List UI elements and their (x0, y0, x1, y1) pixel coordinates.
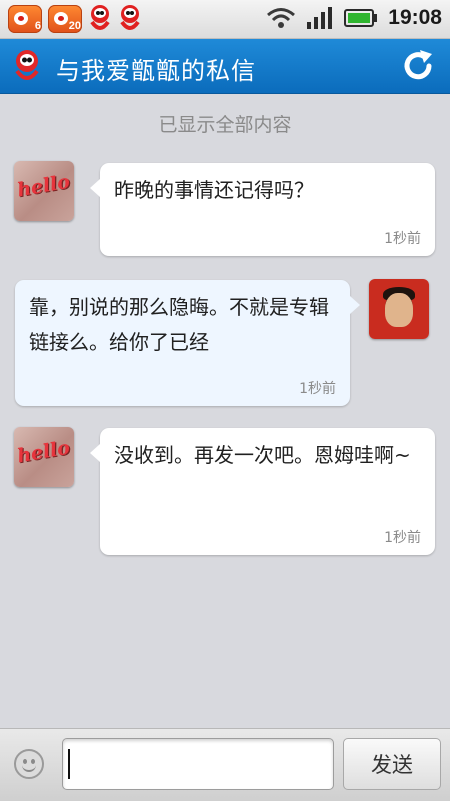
weibo-logo-icon (15, 50, 39, 80)
message-input[interactable] (62, 738, 334, 790)
message-text: 没收到。再发一次吧。恩姆哇啊~ (114, 443, 411, 467)
notification-icons: 6 20 (8, 4, 142, 34)
compose-bar: 发送 (0, 728, 450, 801)
weibo-mascot-icon (118, 4, 142, 34)
weibo-notification-icon[interactable]: 6 (8, 5, 42, 33)
message-bubble-outgoing[interactable]: 靠，别说的那么隐晦。不就是专辑链接么。给你了已经 1秒前 (15, 280, 360, 406)
notification-count: 20 (68, 20, 81, 32)
user-photo-avatar-icon (385, 293, 413, 327)
hello-avatar-icon: hello (15, 170, 72, 202)
message-text: 靠，别说的那么隐晦。不就是专辑链接么。给你了已经 (29, 295, 329, 354)
system-icons: 19:08 (266, 6, 442, 30)
all-content-shown-note: 已显示全部内容 (158, 114, 292, 136)
hello-avatar-icon: hello (15, 436, 72, 468)
text-cursor (68, 749, 70, 779)
message-bubble-incoming[interactable]: 昨晚的事情还记得吗？ 1秒前 (90, 163, 435, 256)
message-text: 昨晚的事情还记得吗？ (114, 178, 314, 202)
battery-icon (344, 9, 378, 27)
message-time: 1秒前 (384, 231, 421, 247)
message-time: 1秒前 (299, 381, 336, 397)
message-time: 1秒前 (384, 530, 421, 546)
signal-icon (307, 7, 333, 29)
contact-avatar[interactable]: hello (14, 427, 74, 487)
wifi-icon (267, 8, 296, 28)
title-bar: 与我爱甑甑的私信 (0, 39, 450, 94)
send-button[interactable]: 发送 (343, 738, 441, 790)
notification-count: 6 (34, 20, 41, 32)
message-bubble-incoming[interactable]: 没收到。再发一次吧。恩姆哇啊~ 1秒前 (90, 428, 435, 555)
contact-avatar[interactable]: hello (14, 161, 74, 221)
status-bar: 6 20 19:08 (0, 0, 450, 39)
my-avatar[interactable] (369, 279, 429, 339)
weibo-mascot-icon (88, 4, 112, 34)
weibo-notification-icon[interactable]: 20 (48, 5, 82, 33)
refresh-icon[interactable] (400, 48, 436, 84)
clock: 19:08 (388, 6, 442, 29)
smiley-icon[interactable] (14, 749, 44, 779)
page-title: 与我爱甑甑的私信 (56, 57, 256, 85)
